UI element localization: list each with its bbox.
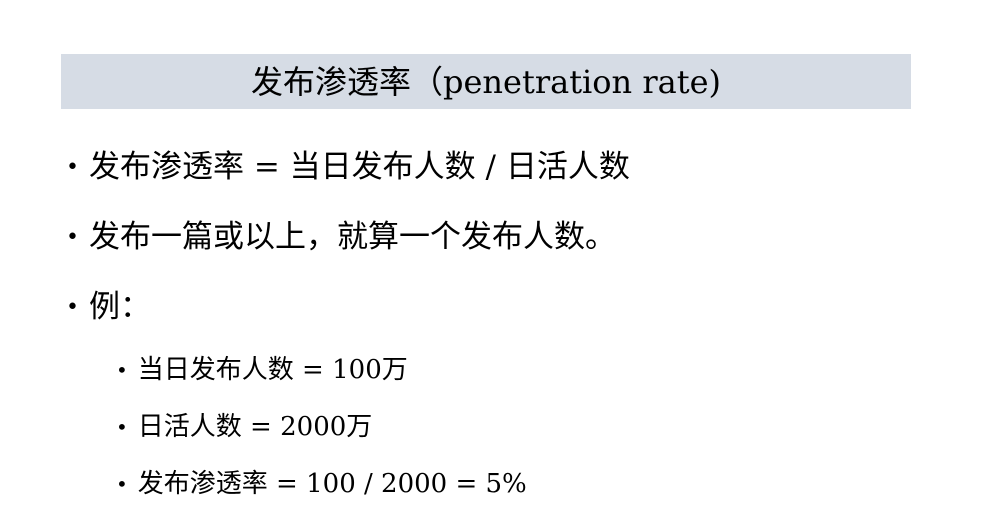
sub-bullet-text: 日活人数 = 2000万 bbox=[137, 412, 373, 442]
bullet-item-definition: • 发布一篇或以上，就算一个发布人数。 bbox=[66, 222, 616, 253]
bullet-text: 发布渗透率 = 当日发布人数 / 日活人数 bbox=[88, 149, 630, 185]
bullet-text: 发布一篇或以上，就算一个发布人数。 bbox=[88, 219, 616, 255]
bullet-dot-icon: • bbox=[66, 294, 79, 320]
slide-title-bar: 发布渗透率（penetration rate) bbox=[61, 54, 911, 109]
bullet-item-formula: • 发布渗透率 = 当日发布人数 / 日活人数 bbox=[66, 152, 630, 183]
sub-bullet-dot-icon: • bbox=[116, 415, 128, 439]
bullet-dot-icon: • bbox=[66, 154, 79, 180]
sub-bullet-item-publishers: • 当日发布人数 = 100万 bbox=[116, 357, 408, 383]
bullet-dot-icon: • bbox=[66, 224, 79, 250]
bullet-text: 例： bbox=[88, 289, 151, 325]
sub-bullet-dot-icon: • bbox=[116, 358, 128, 382]
sub-bullet-item-rate: • 发布渗透率 = 100 / 2000 = 5% bbox=[116, 471, 527, 497]
bullet-item-example: • 例： bbox=[66, 292, 151, 323]
slide-title: 发布渗透率（penetration rate) bbox=[250, 62, 721, 101]
sub-bullet-item-dau: • 日活人数 = 2000万 bbox=[116, 414, 372, 440]
sub-bullet-text: 当日发布人数 = 100万 bbox=[137, 355, 408, 385]
sub-bullet-text: 发布渗透率 = 100 / 2000 = 5% bbox=[137, 469, 527, 499]
sub-bullet-dot-icon: • bbox=[116, 472, 128, 496]
